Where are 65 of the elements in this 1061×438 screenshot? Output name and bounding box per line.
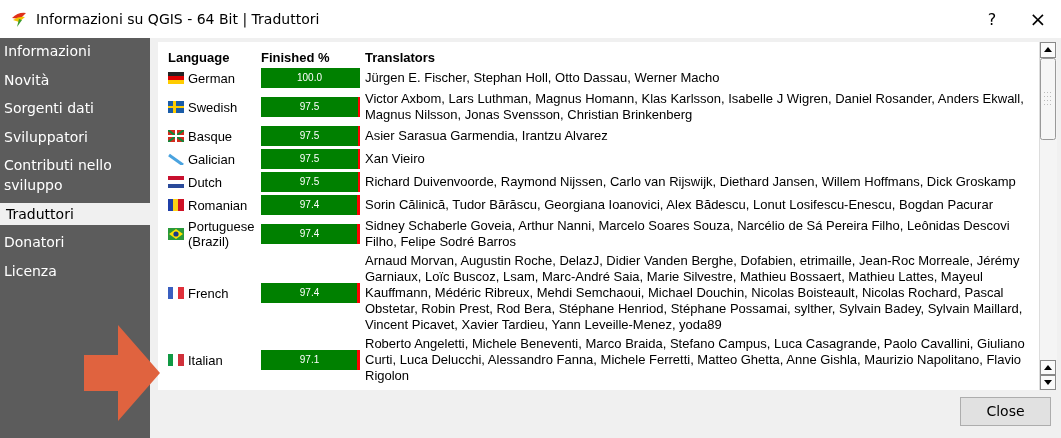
progress-value: 97.5 bbox=[298, 175, 321, 189]
flag-icon bbox=[168, 153, 184, 165]
progress-value: 97.4 bbox=[298, 198, 321, 212]
language-name: Swedish bbox=[188, 99, 238, 115]
progress-value: 97.4 bbox=[298, 286, 321, 300]
progress-remainder bbox=[357, 195, 360, 215]
progress-value: 97.4 bbox=[298, 227, 321, 241]
progress-remainder bbox=[357, 224, 360, 244]
sidebar-item[interactable]: Novità bbox=[0, 68, 150, 91]
column-header: Finished % bbox=[261, 49, 331, 65]
language-name: Galician bbox=[188, 151, 235, 167]
window-title: Informazioni su QGIS - 64 Bit | Traduttori bbox=[36, 11, 321, 27]
progress-remainder bbox=[357, 350, 360, 370]
scroll-up-icon[interactable] bbox=[1040, 360, 1056, 375]
flag-icon bbox=[168, 287, 184, 299]
progress-value: 97.5 bbox=[298, 152, 321, 166]
flag-icon bbox=[168, 72, 184, 84]
progress-remainder bbox=[357, 283, 360, 303]
flag-icon bbox=[168, 228, 184, 240]
app-logo-icon bbox=[10, 10, 28, 28]
scrollbar[interactable] bbox=[1039, 42, 1057, 390]
language-name: Portuguese (Brazil) bbox=[188, 219, 256, 249]
translators-list: Arnaud Morvan, Augustin Roche, DelazJ, Didier Vanden Berghe, Dofabien, etrimaille, Jean-Roc Morreale, Jérémy Garniaux, Loïc Buscoz, Lsam, Marc-André Saia, Marie Silvestre, Mathieu Bossaert, Mathieu Lattes, Mayeul Kauffmann, Médéric Ribreux, Mehdi Semchaoui, Michael Douchin, Nicolas Boisteault, Nicolas Rochard, Pascal Obstetar, Robin Prest, Rod Bera, Stéphane Henriod, Stéphane Possamai, sylther, Sylvain Badey, Sylvain Maillard, Vincent Picavet, Xavier Tardieu, Yann Leveille-Menez, yoda89 bbox=[365, 253, 1027, 333]
scroll-down-icon[interactable] bbox=[1040, 375, 1056, 390]
progress-remainder bbox=[357, 97, 360, 117]
sidebar-item[interactable]: Sorgenti dati bbox=[0, 97, 150, 119]
close-dialog-button[interactable]: Close bbox=[960, 396, 1051, 426]
help-button[interactable]: ? bbox=[969, 9, 1015, 29]
flag-icon bbox=[168, 199, 184, 211]
sidebar-item[interactable]: Licenza bbox=[0, 259, 150, 282]
sidebar-item[interactable]: Informazioni bbox=[0, 40, 150, 62]
sidebar-item[interactable]: Sviluppatori bbox=[0, 125, 150, 148]
translators-list: Jürgen E. Fischer, Stephan Holl, Otto Dassau, Werner Macho bbox=[365, 70, 1027, 86]
progress-remainder bbox=[357, 172, 360, 192]
scroll-up-icon[interactable] bbox=[1040, 42, 1056, 58]
language-name: Romanian bbox=[188, 197, 248, 213]
sidebar-item[interactable]: Donatori bbox=[0, 231, 150, 253]
scroll-thumb[interactable] bbox=[1040, 58, 1056, 140]
column-header: Translators bbox=[365, 49, 437, 65]
close-button[interactable]: × bbox=[1015, 7, 1061, 31]
sidebar-item[interactable]: Contributi nello sviluppo bbox=[0, 154, 150, 196]
language-name: Dutch bbox=[188, 174, 222, 190]
translators-list: Sorin Călinică, Tudor Bărăscu, Georgiana Ioanovici, Alex Bădescu, Lonut Losifescu-Enescu, Bogdan Pacurar bbox=[365, 197, 1027, 213]
flag-icon bbox=[168, 354, 184, 366]
translators-list: Xan Vieiro bbox=[365, 151, 1027, 167]
progress-value: 97.1 bbox=[298, 353, 321, 367]
progress-value: 97.5 bbox=[298, 100, 321, 114]
translators-list: Victor Axbom, Lars Luthman, Magnus Homann, Klas Karlsson, Isabelle J Wigren, Daniel Rosander, Anders Ekwall, Magnus Nilsson, Jonas Svensson, Christian Brinkenberg bbox=[365, 91, 1027, 123]
translators-list: Asier Sarasua Garmendia, Irantzu Alvarez bbox=[365, 128, 1027, 144]
progress-value: 97.5 bbox=[298, 129, 321, 143]
flag-icon bbox=[168, 130, 184, 142]
language-name: German bbox=[188, 70, 235, 86]
column-header: Language bbox=[168, 49, 231, 65]
language-name: Basque bbox=[188, 128, 233, 144]
language-name: Italian bbox=[188, 352, 223, 368]
progress-remainder bbox=[357, 126, 360, 146]
translators-list: Sidney Schaberle Goveia, Arthur Nanni, Marcelo Soares Souza, Narcélio de Sá Pereira Filho, Leônidas Descovi Filho, Felipe Sodré Barros bbox=[365, 218, 1027, 250]
language-name: French bbox=[188, 285, 229, 301]
translators-list: Roberto Angeletti, Michele Beneventi, Marco Braida, Stefano Campus, Luca Casagrande, Paolo Cavallini, Giuliano Curti, Luca Delucchi, Alessandro Fanna, Michele Ferretti, Matteo Ghetta, Anne Gishla, Maurizio Napolitano, Flavio Rigolon bbox=[365, 336, 1027, 384]
flag-icon bbox=[168, 176, 184, 188]
progress-remainder bbox=[357, 149, 360, 169]
progress-value: 100.0 bbox=[296, 71, 323, 85]
flag-icon bbox=[168, 101, 184, 113]
sidebar-item[interactable]: Traduttori bbox=[0, 202, 150, 225]
translators-list: Richard Duivenvoorde, Raymond Nijssen, Carlo van Rijswijk, Diethard Jansen, Willem Hoffmans, Dick Groskamp bbox=[365, 174, 1027, 190]
